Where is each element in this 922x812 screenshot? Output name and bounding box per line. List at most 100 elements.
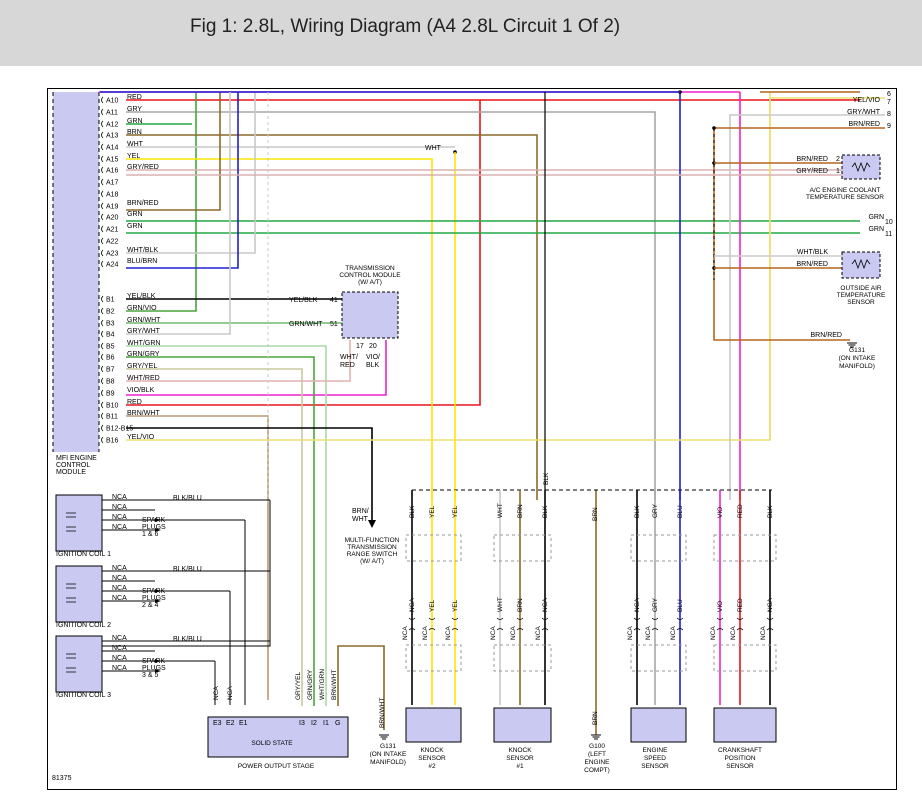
sensor-mid-wire-label: RED [737, 598, 744, 612]
grn-wire-label: GRN [868, 214, 884, 221]
sensor-nca-label: NCA [670, 626, 677, 640]
sensor-mid-wire-label: WHT [497, 597, 504, 612]
sensor-label: #1 [516, 763, 524, 770]
sensor-label: SENSOR [418, 755, 446, 762]
sensor-top-wire-label: RED [737, 504, 744, 518]
top-right-wire-num: 8 [887, 111, 891, 118]
coolant-sensor-body [841, 154, 881, 180]
ecm-pin-label: A14 [106, 145, 119, 152]
ecm-label: MFI ENGINE [56, 455, 97, 462]
ecm-body [53, 92, 99, 452]
connector-symbol [101, 365, 104, 373]
g100-label: (LEFT [588, 751, 606, 758]
top-right-wire-label: YEL/VIO [853, 97, 881, 104]
connector-symbol [101, 225, 104, 233]
tcm-wire: GRN/WHT [289, 321, 323, 328]
ecm-pin-label: A16 [106, 168, 119, 175]
coolant-pin: 2 [836, 156, 840, 163]
connector-symbol [101, 319, 104, 327]
connector-symbol [101, 143, 104, 151]
connector-symbol [101, 120, 104, 128]
figure-number: 81375 [52, 775, 72, 782]
tcm-wire: VIO/ [366, 354, 380, 361]
sensor-top-wire-label: BLK [767, 505, 774, 518]
connector-symbol [101, 353, 104, 361]
sensor-nca-label: NCA [422, 626, 429, 640]
blk-label: BLK [543, 472, 550, 485]
ecm-wire-label: GRN [127, 223, 143, 230]
ignition-coil-body [55, 494, 103, 552]
connector-symbol [101, 213, 104, 221]
sensor-nca-label: NCA [760, 626, 767, 640]
connector-symbol [101, 295, 104, 303]
connector-symbol [101, 155, 104, 163]
mftrs-label: (W/ A/T) [360, 558, 384, 565]
ecm-pin-label: A10 [106, 98, 119, 105]
output-pin: E1 [239, 720, 248, 727]
tcm-body [341, 291, 399, 339]
ecm-pin-label: A17 [106, 180, 119, 187]
output-nca-label: NCA [227, 686, 234, 700]
ecm-pin-label: B16 [106, 438, 119, 445]
ecm-pin-label: A15 [106, 157, 119, 164]
sensor-top-wire-label: BLK [634, 505, 641, 518]
sensor-top-wire-label: BRN [517, 504, 524, 518]
sensor-top-wire-label: WHT [497, 503, 504, 518]
connector-symbol [101, 202, 104, 210]
ecm-wire-label: GRN [127, 211, 143, 218]
ignition-coil-body [55, 565, 103, 623]
g131-wire-label: BRN/RED [810, 332, 842, 339]
ecm-pin-label: A19 [106, 204, 119, 211]
tcm-wire: BLK [366, 362, 380, 369]
top-right-wire-num: 9 [887, 123, 891, 130]
ecm-pin-label: A22 [106, 239, 119, 246]
connector-symbol [101, 436, 104, 444]
tcm-pin: 41 [330, 297, 338, 304]
tcm-wire: YEL/BLK [289, 297, 318, 304]
sensor-nca-label: NCA [535, 626, 542, 640]
output-wire-label: WHT/GRN [319, 669, 326, 700]
wire-b12 [126, 427, 373, 520]
output-wire-label: BRN/WHT [331, 670, 338, 700]
sensor-label: KNOCK [508, 747, 532, 754]
sensor-shield [713, 644, 777, 672]
coolant-wire-label: GRY/RED [796, 168, 828, 175]
output-pin: I1 [323, 720, 329, 727]
sensor-label: ENGINE [643, 747, 669, 754]
mftrs-label: TRANSMISSION [347, 544, 397, 551]
ecm-label: CONTROL [56, 462, 90, 469]
oat-wire-label: BRN/RED [796, 261, 828, 268]
output-wire-label: GRY/YEL [295, 672, 302, 700]
spark-plugs-label: 1 & 6 [142, 531, 158, 538]
sensor-top-wire-label: VIO [717, 507, 724, 518]
sensor-top-wire-label: BLK [409, 505, 416, 518]
wire-brn-a13 [126, 134, 538, 500]
connector-symbol [101, 131, 104, 139]
sensor-nca-label: NCA [710, 626, 717, 640]
output-pin: I3 [299, 720, 305, 727]
coil-ground-label: BLK/BLU [173, 495, 202, 502]
ecm-pin-label: B8 [106, 379, 115, 386]
sensor-top-wire-label: GRY [652, 503, 659, 518]
g131-label: (ON INTAKE [839, 355, 876, 362]
sensor-shield [493, 644, 552, 672]
sensor-body [713, 707, 777, 743]
sensor-nca-label: NCA [445, 626, 452, 640]
g131-left-wire: BRN/WHT [379, 698, 386, 728]
sensor-shield [630, 534, 687, 562]
oat-wire-label: WHT/BLK [797, 249, 828, 256]
coil-ground-label: BLK/BLU [173, 636, 202, 643]
tcm-pin: 20 [369, 343, 377, 350]
sensor-shield [405, 534, 462, 562]
sensor-shield [493, 534, 552, 562]
ecm-pin-label: B12-B15 [106, 426, 133, 433]
output-nca-label: NCA [213, 686, 220, 700]
sensor-nca-label: NCA [645, 626, 652, 640]
sensor-label: CRANKSHAFT [718, 747, 762, 754]
connector-symbol [101, 389, 104, 397]
top-right-wire-num: 7 [887, 99, 891, 106]
sensor-top-wire-label: YEL [452, 505, 459, 518]
sensor-top-wire-label: BLU [677, 505, 684, 518]
spark-plugs-label: PLUGS [142, 524, 166, 531]
top-right-wire-num: 6 [887, 91, 891, 98]
